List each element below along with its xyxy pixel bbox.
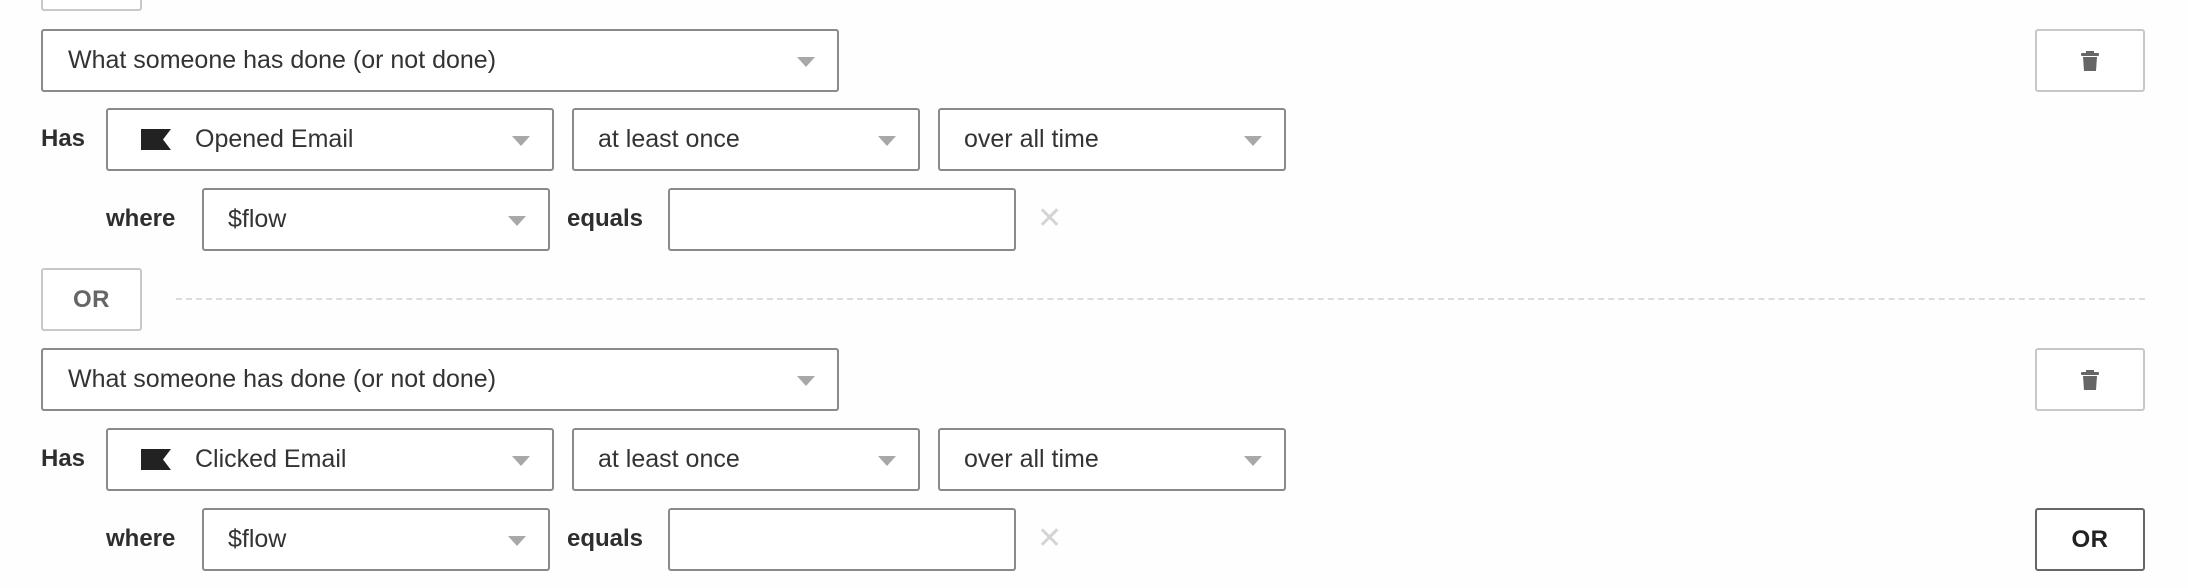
property-select[interactable]: $flow <box>202 508 550 571</box>
chevron-down-icon <box>797 375 815 386</box>
event-value: Clicked Email <box>195 445 347 473</box>
chevron-down-icon <box>797 56 815 67</box>
timeframe-select[interactable]: over all time <box>938 108 1286 171</box>
operator-label: equals <box>567 205 644 232</box>
condition-type-select[interactable]: What someone has done (or not done) <box>41 348 839 411</box>
where-label: where <box>106 525 176 552</box>
trash-icon <box>2081 369 2099 390</box>
chevron-down-icon <box>512 455 530 466</box>
chevron-down-icon <box>1244 455 1262 466</box>
add-or-condition-button[interactable]: OR <box>2035 508 2145 571</box>
x-icon[interactable]: ✕ <box>1037 204 1062 234</box>
frequency-select[interactable]: at least once <box>572 108 920 171</box>
x-icon[interactable]: ✕ <box>1037 524 1062 554</box>
timeframe-value: over all time <box>964 445 1099 473</box>
delete-condition-button[interactable] <box>2035 348 2145 411</box>
property-value: $flow <box>228 525 287 553</box>
flag-icon <box>141 449 171 470</box>
chevron-down-icon <box>512 135 530 146</box>
value-input[interactable] <box>668 508 1016 571</box>
condition-type-value: What someone has done (or not done) <box>68 46 497 74</box>
timeframe-value: over all time <box>964 125 1099 153</box>
condition-type-value: What someone has done (or not done) <box>68 365 497 393</box>
chevron-down-icon <box>1244 135 1262 146</box>
delete-condition-button[interactable] <box>2035 29 2145 92</box>
trash-icon <box>2081 50 2099 71</box>
add-or-label: OR <box>2071 525 2109 553</box>
operator-label: equals <box>567 525 644 552</box>
where-label: where <box>106 205 176 232</box>
property-select[interactable]: $flow <box>202 188 550 251</box>
chevron-down-icon <box>508 535 526 546</box>
chevron-down-icon <box>878 135 896 146</box>
has-label: Has <box>41 445 86 472</box>
value-input[interactable] <box>668 188 1016 251</box>
event-select[interactable]: Opened Email <box>106 108 554 171</box>
chevron-down-icon <box>878 455 896 466</box>
flag-icon <box>141 129 171 150</box>
event-select[interactable]: Clicked Email <box>106 428 554 491</box>
or-separator-button[interactable]: OR <box>41 268 142 331</box>
frequency-value: at least once <box>598 125 740 153</box>
or-label: OR <box>73 285 110 313</box>
event-value: Opened Email <box>195 125 354 153</box>
previous-button-partial[interactable] <box>41 0 142 11</box>
condition-type-select[interactable]: What someone has done (or not done) <box>41 29 839 92</box>
timeframe-select[interactable]: over all time <box>938 428 1286 491</box>
frequency-select[interactable]: at least once <box>572 428 920 491</box>
chevron-down-icon <box>508 215 526 226</box>
property-value: $flow <box>228 205 287 233</box>
has-label: Has <box>41 125 86 152</box>
or-divider <box>176 298 2145 300</box>
frequency-value: at least once <box>598 445 740 473</box>
